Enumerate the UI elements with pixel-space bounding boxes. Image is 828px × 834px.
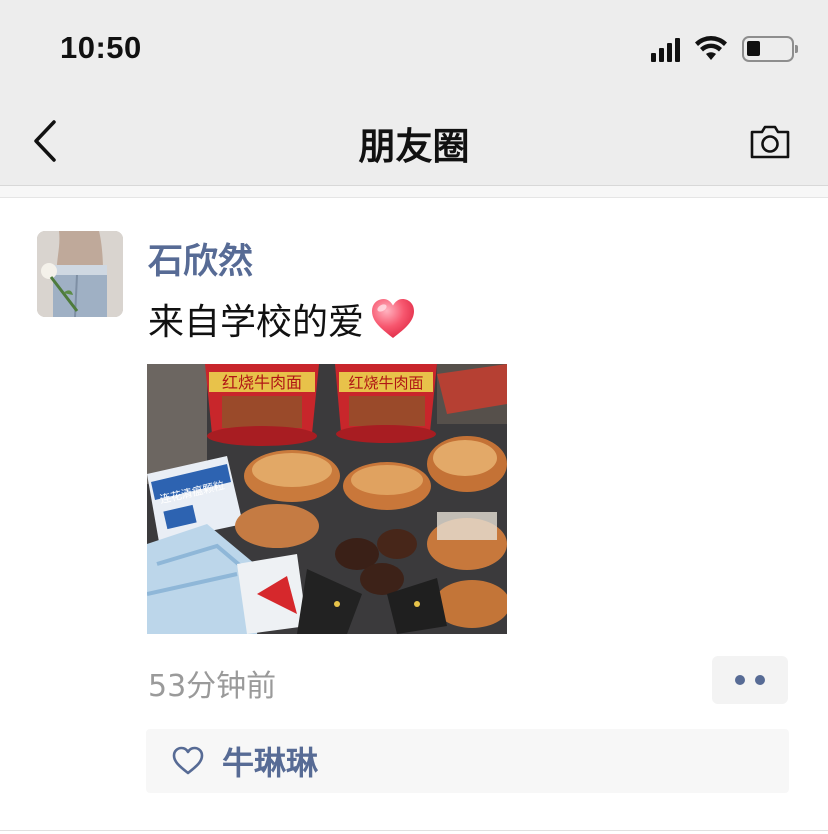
heart-emoji-icon [372,299,415,338]
liker-name[interactable]: 牛琳琳 [222,738,318,784]
status-bar: 10:50 [0,0,828,98]
camera-icon[interactable] [748,122,792,162]
post-photo[interactable]: 红烧牛肉面 红烧牛肉面 连花清瘟颗粒 [147,364,507,634]
more-dots-icon[interactable] [712,656,788,704]
wifi-icon [695,36,727,60]
post-content: 来自学校的爱 [148,293,416,345]
signal-icon [651,36,680,62]
battery-icon [742,36,798,62]
post-bottom-divider [0,830,828,831]
noodle-cup-label: 红烧牛肉面 [222,373,302,392]
author-name[interactable]: 石欣然 [148,233,253,284]
feed-divider [0,186,828,198]
post-text: 来自学校的爱 [148,302,365,343]
post-timestamp: 53分钟前 [148,669,277,704]
like-heart-icon [172,746,204,775]
avatar[interactable] [37,231,123,317]
status-time: 10:50 [60,30,142,65]
status-icons [651,36,798,62]
moment-post: 石欣然 来自学校的爱 红烧牛肉面 红烧牛肉面 连花清瘟颗粒 53分钟前 牛琳琳 [0,199,828,834]
noodle-cup-label-2: 红烧牛肉面 [348,374,423,392]
nav-bar: 朋友圈 [0,98,828,186]
likes-bar: 牛琳琳 [146,729,789,793]
page-title: 朋友圈 [358,125,470,168]
